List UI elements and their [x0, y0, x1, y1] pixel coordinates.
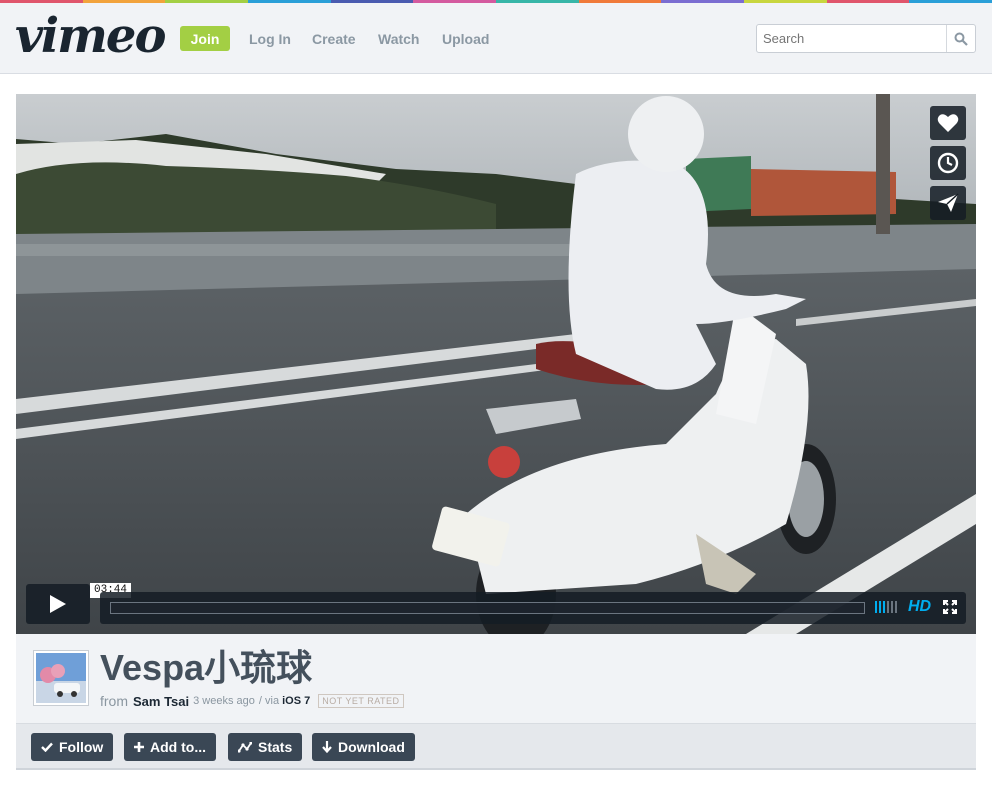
vimeo-logo[interactable]: vimeo: [15, 11, 166, 61]
play-icon: [50, 595, 66, 613]
volume-control[interactable]: [875, 601, 897, 613]
add-to-button[interactable]: Add to...: [124, 733, 216, 761]
follow-button[interactable]: Follow: [31, 733, 114, 761]
fullscreen-icon: [943, 600, 957, 614]
nav-upload-link[interactable]: Upload: [442, 31, 489, 47]
download-button[interactable]: Download: [312, 733, 415, 761]
plus-icon: [134, 742, 144, 752]
search-input[interactable]: [757, 25, 947, 52]
video-frame: [16, 94, 976, 634]
stats-button[interactable]: Stats: [228, 733, 303, 761]
video-info: Vespa小琉球 from Sam Tsai 3 weeks ago / via…: [16, 634, 976, 723]
upload-time: 3 weeks ago: [193, 695, 255, 707]
from-label: from: [100, 693, 128, 709]
video-title: Vespa小琉球: [100, 647, 313, 688]
video-player[interactable]: 03:44 HD: [16, 94, 976, 634]
rating-badge: NOT YET RATED: [318, 694, 404, 708]
play-button[interactable]: [26, 584, 90, 624]
watch-later-button[interactable]: [930, 146, 966, 180]
search-button[interactable]: [946, 25, 975, 52]
check-icon: [41, 742, 53, 752]
site-header: vimeo Join Log In Create Watch Upload: [0, 3, 992, 74]
platform-link[interactable]: iOS 7: [282, 695, 310, 707]
join-button[interactable]: Join: [180, 26, 230, 51]
hd-toggle[interactable]: HD: [908, 598, 931, 616]
author-avatar[interactable]: [33, 650, 89, 706]
video-byline: from Sam Tsai 3 weeks ago / via iOS 7 NO…: [100, 693, 404, 709]
via-label: / via: [258, 695, 280, 707]
avatar-image: [36, 653, 86, 703]
progress-bar[interactable]: [110, 602, 865, 614]
send-icon: [938, 193, 959, 212]
share-button[interactable]: [930, 186, 966, 220]
heart-icon: [937, 114, 959, 132]
clock-icon: [937, 152, 959, 174]
search-box: [756, 24, 976, 53]
nav-login-link[interactable]: Log In: [249, 31, 291, 47]
stats-label: Stats: [258, 739, 293, 755]
add-to-label: Add to...: [150, 739, 206, 755]
stats-icon: [238, 741, 252, 753]
playbar: HD: [100, 592, 966, 624]
download-icon: [322, 741, 332, 753]
fullscreen-button[interactable]: [943, 600, 957, 619]
nav-watch-link[interactable]: Watch: [378, 31, 419, 47]
like-button[interactable]: [930, 106, 966, 140]
author-link[interactable]: Sam Tsai: [133, 694, 189, 709]
action-bar: Follow Add to... Stats Download: [16, 723, 976, 770]
nav-create-link[interactable]: Create: [312, 31, 356, 47]
search-icon: [954, 32, 968, 46]
download-label: Download: [338, 739, 405, 755]
follow-label: Follow: [59, 739, 104, 755]
